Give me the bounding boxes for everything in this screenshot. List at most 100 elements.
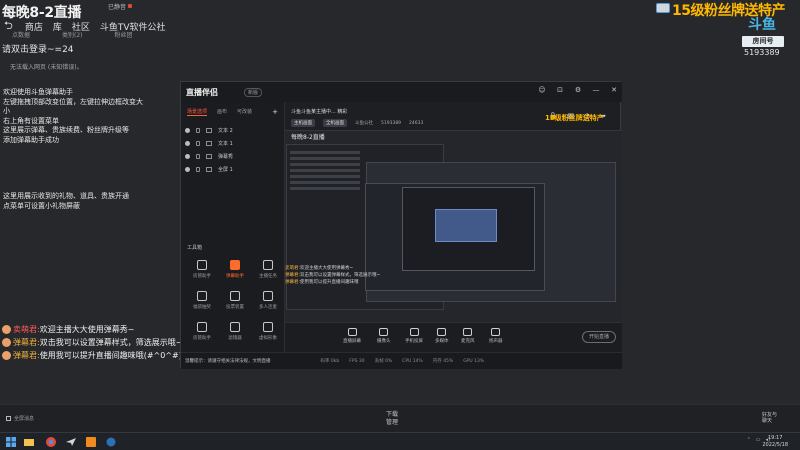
subnav-item[interactable]: 类别(2) (62, 30, 83, 39)
avatar (2, 351, 11, 360)
tool-filter[interactable]: 滤镜器 (220, 322, 250, 341)
gift-line: 点菜单可设置小礼物屏蔽 (3, 201, 80, 210)
mute-status: 已静音 (108, 4, 127, 11)
welcome-line: 左键拖拽顶部改变位置，左键拉伸边框改变大小 (3, 97, 143, 116)
danmu-icon (230, 260, 240, 270)
taskbar-clock[interactable]: 19:17 2022/5/18 (762, 435, 788, 448)
task-icon (263, 260, 273, 270)
eye-icon[interactable] (185, 141, 190, 146)
scene-item-label: 文本 1 (218, 141, 233, 147)
list-item[interactable]: 弹幕秀 (181, 150, 284, 163)
tab-modifiable[interactable]: 可改装 (237, 108, 252, 116)
preview-chat-line: 弹幕君:双击我可以设置弹幕样式，筛选展示哦~ (285, 273, 381, 278)
preview-fan-title: 15级粉丝牌送特产 (545, 114, 604, 122)
welcome-line: 这里展示弹幕、贵族续费、粉丝牌升级等 (3, 126, 129, 135)
steam-icon[interactable] (106, 437, 116, 447)
gift-info-text: 这里用展示收到的礼物、道具、贵族开通 点菜单可设置小礼物屏蔽 (3, 192, 143, 211)
eye-icon[interactable] (185, 154, 190, 159)
filter-icon (230, 322, 240, 332)
fan-badge-icon (656, 3, 670, 13)
plane-icon[interactable] (66, 437, 76, 447)
add-scene-icon[interactable]: + (272, 108, 278, 116)
multimedia-button[interactable]: 多媒体 (435, 328, 449, 344)
minimize-icon[interactable]: — (592, 86, 600, 94)
eye-icon[interactable] (185, 167, 190, 172)
chat-message: 卖萌君: 欢迎主播大大使用弹幕秀~ (2, 324, 134, 335)
windows-start-icon[interactable] (6, 437, 16, 447)
steam-subnav: 点数据 类别(2) 粉丝团 (12, 30, 133, 39)
phone-cast-button[interactable]: 手机投屏 (405, 328, 423, 344)
avatar-icon[interactable]: ☺ (538, 86, 546, 94)
avatar-icon (263, 322, 273, 332)
monitor-icon (347, 328, 357, 336)
tool-room-assistant-2[interactable]: 房管助手 (187, 322, 217, 341)
preview-chat: 卖萌君:欢迎主播大大使用弹幕秀~ 弹幕君:双击我可以设置弹幕样式，筛选展示哦~ … (285, 265, 445, 286)
lock-icon[interactable] (196, 154, 200, 159)
start-live-button[interactable]: 开始直播 (582, 331, 616, 343)
camera-button[interactable]: 摄像头 (377, 328, 391, 344)
text-source-icon (206, 128, 212, 133)
douyu-logo: 斗鱼 (748, 17, 776, 33)
gift-icon (197, 291, 207, 301)
list-item[interactable]: 文本 2 (181, 124, 284, 137)
users-icon (263, 291, 273, 301)
screen-icon[interactable]: ⊡ (556, 86, 564, 94)
scene-tabs: 场景选项 画布 可改装 + (181, 102, 284, 122)
mode-pill[interactable]: 主机画面 (291, 119, 315, 127)
subnav-item[interactable]: 粉丝团 (115, 30, 133, 39)
lock-icon[interactable] (196, 141, 200, 146)
room-number: 5193389 (744, 48, 780, 57)
chat-text: 欢迎主播大大使用弹幕秀~ (39, 325, 135, 334)
stat-fps: FPS 30 (349, 358, 365, 364)
list-item[interactable]: 文本 1 (181, 137, 284, 150)
chrome-icon[interactable] (46, 437, 56, 447)
scene-item-label: 弹幕秀 (218, 154, 234, 160)
tab-scene[interactable]: 场景选项 (187, 108, 208, 116)
preview-chat-line: 卖萌君:欢迎主播大大使用弹幕秀~ (285, 266, 354, 271)
stat-viewers: 24633 (409, 120, 424, 126)
list-item[interactable]: 全屏 1 (181, 163, 284, 176)
live-status-line: 斗鱼斗鱼某主播中... 精彩 (291, 109, 348, 115)
microphone-button[interactable]: 麦克风 (461, 328, 475, 344)
tool-room-assistant[interactable]: 房管助手 (187, 260, 217, 279)
chat-username: 弹幕君: (13, 351, 40, 360)
eye-icon[interactable] (185, 128, 190, 133)
downloads-button[interactable]: 下载 管理 (386, 411, 398, 427)
welcome-line: 右上角有设置菜单 (3, 116, 59, 125)
tool-multi-link[interactable]: 多人连麦 (253, 291, 283, 310)
friends-chat-button[interactable]: 好友与 聊天 (762, 412, 777, 424)
live-companion-window: 直播伴侣 新版 ☺ ⊡ ⚙ — ✕ 场景选项 画布 可改装 + 文本 2 文本 … (180, 81, 622, 371)
tool-avatar[interactable]: 虚拟形象 (253, 322, 283, 341)
version-badge[interactable]: 新版 (244, 88, 263, 97)
close-icon[interactable]: ✕ (610, 86, 618, 94)
subnav-item[interactable]: 点数据 (12, 30, 30, 39)
chat-message: 弹幕君: 双击我可以设置弹幕样式，筛选展示哦~ (2, 337, 182, 348)
windows-taskbar: ⌃ ▭ ◂) 19:17 2022/5/18 (0, 432, 800, 450)
stat-memory: 内存 45% (432, 359, 454, 364)
chevron-up-icon[interactable]: ⌃ (747, 437, 751, 443)
live-companion-taskbar-icon[interactable] (86, 437, 96, 447)
tab-canvas[interactable]: 画布 (217, 108, 227, 116)
speaker-icon (491, 328, 501, 336)
mode-pill[interactable]: 全机画面 (323, 119, 347, 127)
settings-icon[interactable]: ⚙ (574, 86, 582, 94)
chat-text: 使用我可以提升直播间趣味哦(#^0^#) (39, 351, 182, 360)
speaker-button[interactable]: 扬声器 (489, 328, 503, 344)
lock-icon[interactable] (196, 167, 200, 172)
add-game-button[interactable]: 全屏消息 (6, 415, 34, 422)
tool-host-task[interactable]: 主播任务 (253, 260, 283, 279)
chat-username: 卖萌君: (13, 325, 40, 334)
preview-chat-line: 弹幕君:使用我可以提升直播间趣味哦 (285, 280, 359, 285)
tool-vote[interactable]: 投票装置 (220, 291, 250, 310)
assistant-icon (197, 260, 207, 270)
chat-username: 弹幕君: (13, 338, 40, 347)
lock-icon[interactable] (196, 128, 200, 133)
chat-text: 双击我可以设置弹幕样式，筛选展示哦~ (39, 338, 183, 347)
tool-lucky-bag[interactable]: 福袋抽奖 (187, 291, 217, 310)
tool-danmu-assistant[interactable]: 弹幕助手 (220, 260, 250, 279)
scene-list: 文本 2 文本 1 弹幕秀 全屏 1 (181, 124, 284, 176)
folder-icon[interactable] (24, 437, 34, 447)
network-icon[interactable]: ▭ (756, 437, 761, 443)
app-sidebar: 场景选项 画布 可改装 + 文本 2 文本 1 弹幕秀 全屏 1 工具箱 房管助… (181, 102, 285, 371)
screen-capture-button[interactable]: 直播屏幕 (343, 328, 361, 344)
